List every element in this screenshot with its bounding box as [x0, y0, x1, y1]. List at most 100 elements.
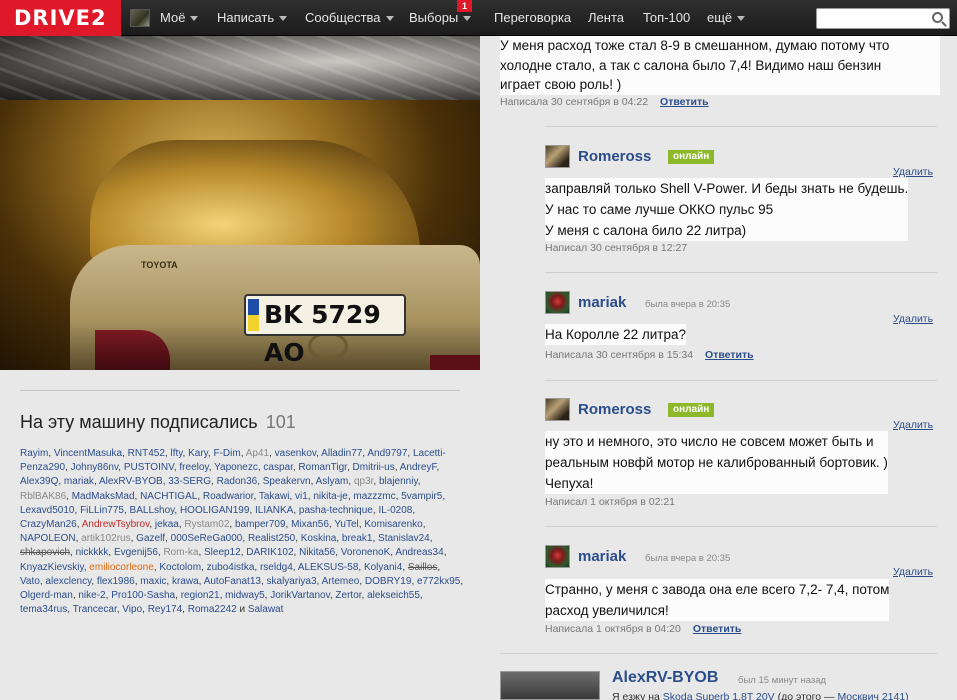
subscriber-link[interactable]: VincentMasuka [54, 448, 122, 459]
delete-link[interactable]: Удалить [893, 166, 933, 178]
subscriber-link[interactable]: 33-SERG [168, 476, 211, 487]
comment-author[interactable]: AlexRV-BYOB [612, 669, 718, 687]
search-input[interactable] [817, 9, 927, 28]
avatar[interactable] [500, 671, 600, 700]
subscriber-link[interactable]: Olgerd-man [20, 590, 73, 601]
subscriber-link[interactable]: emiliocorleone [89, 562, 153, 573]
subscriber-link[interactable]: Realist250 [248, 533, 295, 544]
car-link[interactable]: Москвич 2141) [837, 691, 908, 700]
subscriber-link[interactable]: mazzzmc [353, 491, 395, 502]
subscriber-link[interactable]: Lexavd5010 [20, 505, 75, 516]
subscriber-link[interactable]: jekaa [155, 519, 179, 530]
subscriber-link[interactable]: Rystam02 [184, 519, 229, 530]
subscriber-link[interactable]: Andreas34 [395, 547, 443, 558]
subscriber-link[interactable]: Rom-ka [163, 547, 198, 558]
engine-photo[interactable] [0, 36, 480, 100]
subscriber-link[interactable]: Pro100-Sasha [111, 590, 175, 601]
subscriber-link[interactable]: nickkkk [76, 547, 109, 558]
subscriber-link[interactable]: F-Dim [213, 448, 240, 459]
subscriber-link[interactable]: Stanislav24 [378, 533, 430, 544]
subscriber-link[interactable]: zubo4istka [207, 562, 255, 573]
subscriber-link[interactable]: Speakervn [263, 476, 311, 487]
subscriber-link[interactable]: And9797 [367, 448, 407, 459]
delete-link[interactable]: Удалить [893, 419, 933, 431]
avatar[interactable] [545, 545, 570, 568]
drive2-logo[interactable]: DRIVE2 [0, 0, 121, 36]
subscriber-link[interactable]: RblBAK86 [20, 491, 66, 502]
subscriber-link[interactable]: 5vampir5 [401, 491, 442, 502]
car-rear-photo[interactable]: TOYOTA COROLLA BK 5729 AO [0, 100, 480, 370]
subscriber-link[interactable]: AlexRV-BYOB [99, 476, 163, 487]
reply-link[interactable]: Ответить [693, 623, 742, 635]
subscriber-link[interactable]: Evgenij56 [114, 547, 158, 558]
subscriber-link[interactable]: Alex39Q [20, 476, 58, 487]
subscriber-link[interactable]: Kary [188, 448, 208, 459]
subscriber-link[interactable]: NACHTIGAL [140, 491, 197, 502]
subscriber-link[interactable]: midway5 [225, 590, 264, 601]
subscriber-link[interactable]: AndrewTsybrov [82, 519, 150, 530]
subscriber-link[interactable]: ALEKSUS-58 [298, 562, 359, 573]
subscriber-link[interactable]: krawa [172, 576, 199, 587]
subscriber-link[interactable]: shkapovich [20, 547, 70, 558]
nav-top100[interactable]: Топ-100 [643, 0, 690, 36]
subscriber-link[interactable]: 000SeReGa000 [171, 533, 243, 544]
avatar[interactable] [545, 291, 570, 314]
reply-link[interactable]: Ответить [660, 96, 709, 108]
car-link[interactable]: Skoda Superb 1.8T 20V [663, 691, 775, 700]
subscriber-link[interactable]: Komisarenko [364, 519, 422, 530]
subscriber-link[interactable]: Radon36 [217, 476, 258, 487]
comment-author[interactable]: Romeross [578, 401, 651, 418]
subscriber-link[interactable]: CrazyMan26 [20, 519, 77, 530]
subscriber-link[interactable]: ILIANKA [255, 505, 293, 516]
avatar[interactable] [545, 398, 570, 421]
subscriber-link[interactable]: break1 [342, 533, 373, 544]
avatar[interactable] [545, 145, 570, 168]
subscriber-link[interactable]: caspar [263, 462, 292, 473]
search-icon[interactable] [932, 12, 943, 23]
subscriber-link[interactable]: vasenkov [275, 448, 317, 459]
subscriber-link[interactable]: Mixan56 [291, 519, 329, 530]
subscriber-link[interactable]: bamper709 [235, 519, 286, 530]
subscriber-link[interactable]: HOOLIGAN199 [180, 505, 249, 516]
subscriber-link[interactable]: PUSTOINV [124, 462, 174, 473]
subscriber-link[interactable]: Kolyani4 [364, 562, 402, 573]
reply-link[interactable]: Ответить [705, 349, 754, 361]
subscriber-link[interactable]: artik102rus [81, 533, 130, 544]
subscriber-link[interactable]: Saillos [408, 562, 437, 573]
subscriber-link[interactable]: Yaponezc [214, 462, 258, 473]
subscriber-link[interactable]: region21 [181, 590, 220, 601]
subscriber-link[interactable]: Aslyam [316, 476, 349, 487]
subscriber-link[interactable]: Gazelf [136, 533, 165, 544]
nav-napisat[interactable]: Написать [217, 0, 288, 36]
subscriber-link[interactable]: MadMaksMad [72, 491, 135, 502]
subscriber-link[interactable]: KnyazKievskiy [20, 562, 84, 573]
subscriber-link[interactable]: Takawi [259, 491, 290, 502]
delete-link[interactable]: Удалить [893, 566, 933, 578]
subscriber-link[interactable]: tema34rus [20, 604, 67, 615]
subscriber-link[interactable]: BALLshoy [130, 505, 175, 516]
subscriber-link[interactable]: rseldg4 [260, 562, 293, 573]
subscriber-link[interactable]: nike-2 [78, 590, 105, 601]
subscriber-link[interactable]: IL-0208 [378, 505, 412, 516]
subscriber-link[interactable]: RNT452 [128, 448, 165, 459]
subscriber-link[interactable]: mariak [64, 476, 94, 487]
subscriber-link[interactable]: Zertor [335, 590, 361, 601]
subscriber-link[interactable]: e772kx95 [417, 576, 460, 587]
subscriber-link[interactable]: Koskina [301, 533, 337, 544]
subscriber-link[interactable]: vi1 [295, 491, 308, 502]
nav-lenta[interactable]: Лента [588, 0, 624, 36]
comment-author[interactable]: mariak [578, 294, 626, 311]
subscriber-link[interactable]: NAPOLEON [20, 533, 76, 544]
subscriber-link[interactable]: nikita-je [313, 491, 347, 502]
subscriber-link[interactable]: Roadwarior [203, 491, 254, 502]
subscriber-link[interactable]: JorikVartanov [270, 590, 330, 601]
subscriber-link[interactable]: alekseich55 [367, 590, 420, 601]
subscriber-link[interactable]: Alladin77 [321, 448, 362, 459]
nav-moe[interactable]: Моё [160, 0, 199, 36]
subscriber-link[interactable]: YuTel [334, 519, 358, 530]
subscriber-link[interactable]: RomanTigr [298, 462, 347, 473]
delete-link[interactable]: Удалить [893, 313, 933, 325]
subscriber-link[interactable]: Trancecar [73, 604, 117, 615]
subscriber-link[interactable]: freeloy [179, 462, 208, 473]
subscriber-link[interactable]: blajenniy [379, 476, 418, 487]
